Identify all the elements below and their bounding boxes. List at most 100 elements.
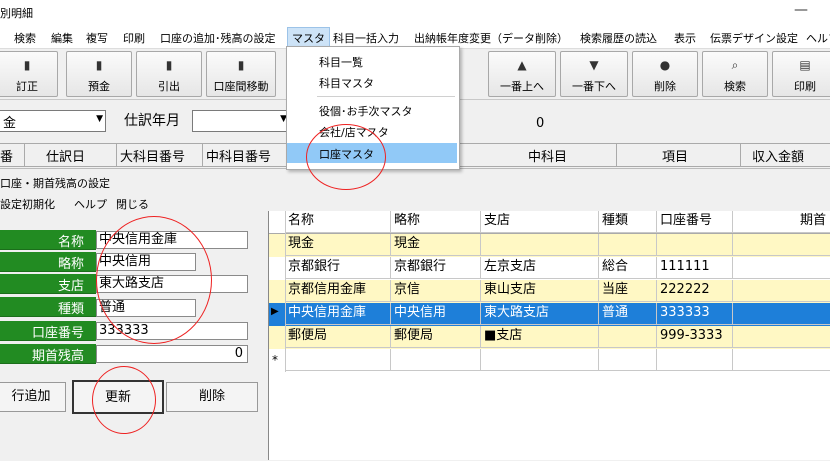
dropdown-item-label: 科目マスタ — [319, 77, 374, 90]
grid-cell[interactable]: ■支店 — [481, 326, 599, 348]
window-title: 別明細 — [0, 7, 33, 20]
search-button[interactable]: ⌕ 検索 — [702, 51, 768, 97]
table-row[interactable]: 京都信用金庫 京信 東山支店 当座 222222 — [269, 280, 830, 303]
menu-history[interactable]: 検索履歴の読込 — [580, 30, 657, 46]
table-row[interactable]: 郵便局 郵便局 ■支店 999-3333 — [269, 326, 830, 349]
sub-delete-button[interactable]: 削除 — [166, 382, 258, 412]
journal-month-select[interactable]: ▼ — [192, 110, 290, 132]
grid-cell[interactable]: 現金 — [285, 234, 391, 256]
grid-cell[interactable]: 999-3333 — [657, 326, 733, 348]
grid-cell[interactable]: 郵便局 — [391, 326, 481, 348]
correct-button[interactable]: ▮ 訂正 — [0, 51, 58, 97]
grid-cell[interactable]: 京都銀行 — [391, 257, 481, 279]
transfer-button[interactable]: ▮ 口座間移動 — [206, 51, 276, 97]
column-divider — [116, 144, 117, 166]
delete-button[interactable]: ● 削除 — [632, 51, 698, 97]
grid-cell[interactable] — [733, 257, 830, 279]
grid-cell[interactable]: 111111 — [657, 257, 733, 279]
menu-copy[interactable]: 複写 — [86, 30, 108, 46]
withdraw-button[interactable]: ▮ 引出 — [136, 51, 202, 97]
grid-cell[interactable] — [733, 234, 830, 256]
grid-cell[interactable]: 京信 — [391, 280, 481, 302]
annotation-circle — [306, 124, 386, 190]
col-journal-date: 仕訳日 — [46, 150, 86, 165]
grid-cell[interactable] — [285, 349, 391, 371]
grid-cell[interactable] — [481, 234, 599, 256]
withdraw-icon: ▮ — [165, 58, 173, 72]
grid-cell[interactable] — [733, 349, 830, 371]
type-label: 種類 — [0, 297, 96, 317]
add-row-button[interactable]: 行追加 — [0, 382, 66, 412]
grid-cell[interactable] — [733, 303, 830, 325]
grid-cell[interactable]: 左京支店 — [481, 257, 599, 279]
grid-cell[interactable]: 総合 — [599, 257, 657, 279]
grid-cell[interactable]: 東大路支店 — [481, 303, 599, 325]
grid-cell[interactable] — [733, 280, 830, 302]
trash-icon: ● — [659, 58, 671, 72]
table-row-selected[interactable]: ▶ 中央信用金庫 中央信用 東大路支店 普通 333333 — [269, 303, 830, 326]
grid-cell[interactable]: 普通 — [599, 303, 657, 325]
column-divider — [616, 144, 617, 166]
menu-help[interactable]: ヘルプ — [806, 30, 830, 46]
move-bottom-label: 一番下へ — [572, 80, 616, 93]
menu-slip-design[interactable]: 伝票デザイン設定 — [710, 30, 798, 46]
grid-cell[interactable]: 222222 — [657, 280, 733, 302]
print-button[interactable]: ▤ 印刷 — [772, 51, 830, 97]
new-row[interactable]: * — [269, 349, 830, 372]
opening-balance-field[interactable]: 0 — [96, 345, 248, 363]
grid-cell[interactable]: 京都信用金庫 — [285, 280, 391, 302]
grid-col-opening: 期首 — [733, 211, 830, 233]
table-row[interactable]: 京都銀行 京都銀行 左京支店 総合 111111 — [269, 257, 830, 280]
chevron-down-icon: ▼ — [96, 114, 103, 124]
menu-sub-help[interactable]: ヘルプ — [74, 196, 107, 212]
move-bottom-button[interactable]: ▼ 一番下へ — [560, 51, 628, 97]
col-major-account: 大科目番号 — [120, 150, 186, 165]
printer-icon: ▤ — [799, 58, 811, 72]
grid-cell[interactable]: 333333 — [657, 303, 733, 325]
account-select[interactable]: 金 ▼ — [0, 110, 106, 132]
dropdown-officer-master[interactable]: 役個･お手次マスタ — [287, 100, 457, 120]
grid-cell[interactable]: 郵便局 — [285, 326, 391, 348]
grid-cell[interactable]: 当座 — [599, 280, 657, 302]
grid-cell[interactable]: 京都銀行 — [285, 257, 391, 279]
move-top-label: 一番上へ — [500, 80, 544, 93]
menu-reset-settings[interactable]: 設定初期化 — [0, 196, 55, 212]
grid-cell[interactable]: 中央信用 — [391, 303, 481, 325]
menu-print[interactable]: 印刷 — [123, 30, 145, 46]
menu-bulk-input[interactable]: 科目一括入力 — [333, 30, 399, 46]
col-mid-account-no: 中科目番号 — [206, 150, 272, 165]
withdraw-label: 引出 — [158, 80, 180, 93]
grid-cell[interactable]: 東山支店 — [481, 280, 599, 302]
minimize-button[interactable]: — — [794, 2, 808, 18]
grid-cell[interactable] — [599, 349, 657, 371]
menu-close[interactable]: 閉じる — [116, 196, 149, 212]
move-top-button[interactable]: ▲ 一番上へ — [488, 51, 556, 97]
column-divider — [740, 144, 741, 166]
grid-cell[interactable]: 現金 — [391, 234, 481, 256]
table-row[interactable]: 現金 現金 — [269, 234, 830, 257]
transfer-icon: ▮ — [237, 58, 245, 72]
grid-col-name: 名称 — [285, 211, 391, 233]
annotation-circle — [92, 366, 156, 434]
correct-label: 訂正 — [16, 80, 38, 93]
grid-cell[interactable] — [391, 349, 481, 371]
grid-cell[interactable] — [599, 234, 657, 256]
menu-edit[interactable]: 編集 — [51, 30, 73, 46]
dropdown-account-master[interactable]: 科目マスタ — [287, 72, 457, 92]
menu-search[interactable]: 検索 — [14, 30, 36, 46]
grid-cell[interactable] — [657, 349, 733, 371]
deposit-button[interactable]: ▮ 預金 — [66, 51, 132, 97]
dropdown-account-list[interactable]: 科目一覧 — [287, 51, 457, 71]
account-select-value: 金 — [3, 116, 17, 131]
grid-cell[interactable] — [481, 349, 599, 371]
menu-view[interactable]: 表示 — [674, 30, 696, 46]
grid-cell[interactable] — [657, 234, 733, 256]
grid-cell[interactable] — [599, 326, 657, 348]
menu-account-setup[interactable]: 口座の追加･残高の設定 — [160, 30, 276, 46]
menu-year-change[interactable]: 出納帳年度変更（データ削除） — [414, 30, 568, 46]
grid-cell[interactable] — [733, 326, 830, 348]
account-grid: 名称 略称 支店 種類 口座番号 期首 現金 現金 京都銀行 京都銀行 左京支店… — [268, 211, 830, 460]
search-icon: ⌕ — [731, 58, 739, 72]
grid-cell[interactable]: 中央信用金庫 — [285, 303, 391, 325]
deposit-icon: ▮ — [95, 58, 103, 72]
